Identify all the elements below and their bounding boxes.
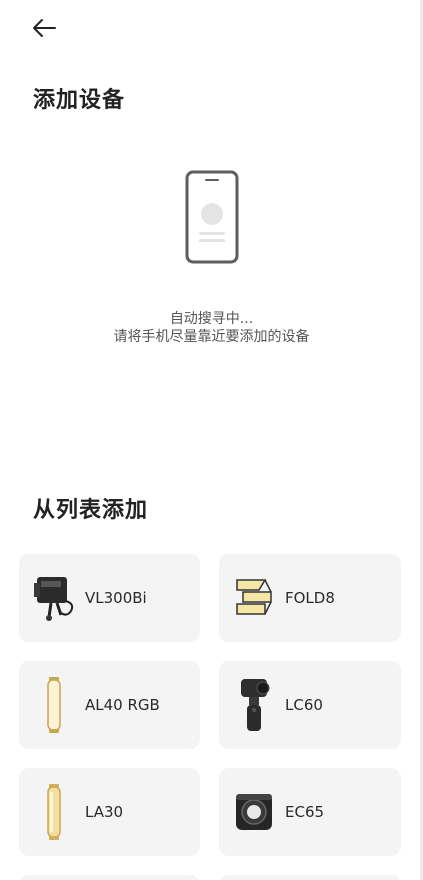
device-name: VL300Bi xyxy=(85,589,147,607)
lc60-light-icon xyxy=(231,675,277,735)
back-button[interactable] xyxy=(28,16,60,44)
page-title: 添加设备 xyxy=(33,88,126,113)
device-card-ec65[interactable]: EC65 xyxy=(219,768,401,856)
device-card-vl300bi[interactable]: VL300Bi xyxy=(19,554,200,642)
scan-status-text: 自动搜寻中... xyxy=(169,311,254,327)
scan-hint-text: 请将手机尽量靠近要添加的设备 xyxy=(113,329,310,345)
device-card-fold8[interactable]: FOLD8 xyxy=(219,554,401,642)
device-name: LA30 xyxy=(85,803,124,821)
device-card-la30[interactable]: LA30 xyxy=(19,768,200,856)
add-from-list-title: 从列表添加 xyxy=(33,498,149,523)
ec65-light-icon xyxy=(231,782,277,842)
device-card-partial[interactable] xyxy=(219,875,401,880)
device-list: VL300Bi FOLD8 AL40 RGB LC60 LA30 EC65 xyxy=(19,554,401,880)
auto-scan-area: 自动搜寻中... 请将手机尽量靠近要添加的设备 xyxy=(0,170,423,360)
device-name: FOLD8 xyxy=(285,589,335,607)
phone-scan-icon xyxy=(185,170,239,268)
fold8-panel-icon xyxy=(231,568,277,628)
device-card-al40-rgb[interactable]: AL40 RGB xyxy=(19,661,200,749)
la30-tube-icon xyxy=(31,782,77,842)
device-name: AL40 RGB xyxy=(85,696,160,714)
device-card-lc60[interactable]: LC60 xyxy=(219,661,401,749)
add-device-screen: 添加设备 自动搜寻中... 请将手机尽量靠近要添加的设备 从列表添加 VL300… xyxy=(0,0,423,880)
device-name: EC65 xyxy=(285,803,325,821)
vl300bi-light-icon xyxy=(31,568,77,628)
al40-tube-icon xyxy=(31,675,77,735)
back-arrow-icon xyxy=(31,18,57,42)
device-card-partial[interactable] xyxy=(19,875,200,880)
device-name: LC60 xyxy=(285,696,323,714)
